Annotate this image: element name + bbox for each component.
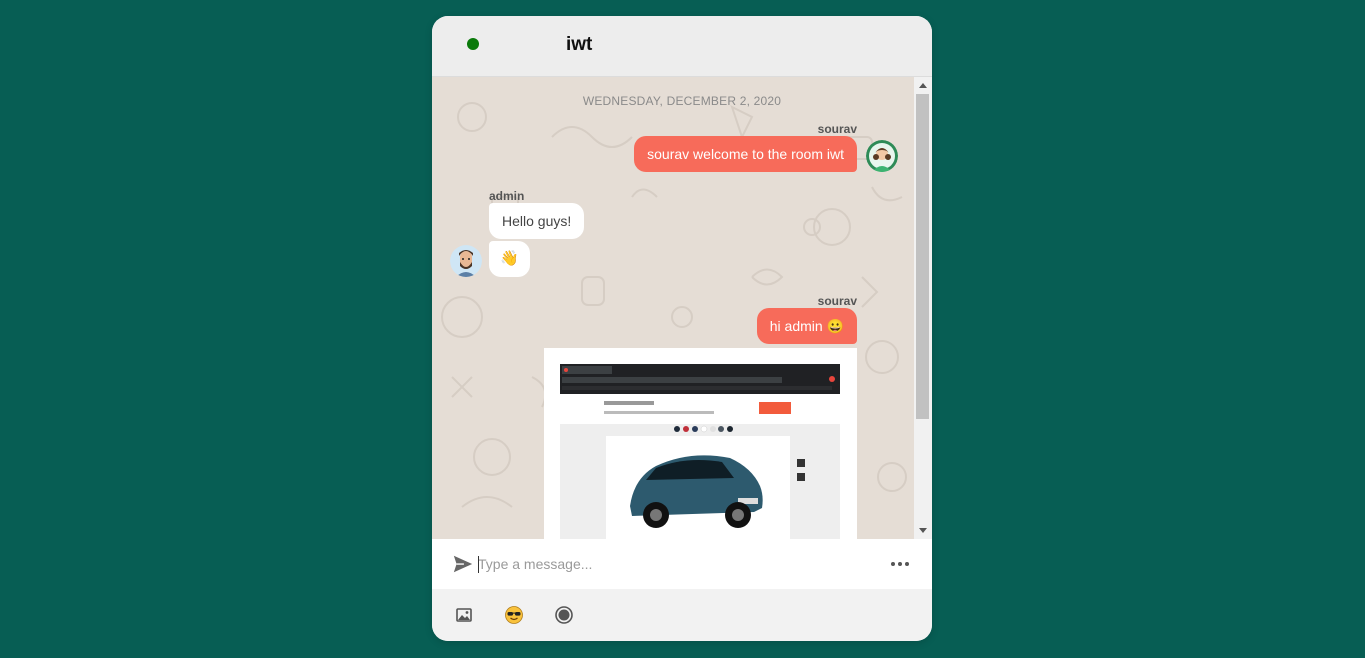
- message-composer: [432, 539, 932, 589]
- image-message[interactable]: [544, 348, 857, 539]
- female-avatar-icon: [866, 140, 898, 172]
- sender-name: admin: [489, 189, 525, 203]
- message-scrollbar[interactable]: [914, 77, 932, 539]
- send-icon[interactable]: [452, 553, 474, 575]
- date-separator: WEDNESDAY, DECEMBER 2, 2020: [582, 94, 782, 108]
- online-status-dot: [467, 38, 479, 50]
- scrollbar-thumb[interactable]: [916, 94, 929, 419]
- text-caret: [478, 556, 479, 573]
- sender-name: sourav: [817, 122, 857, 136]
- outgoing-message-bubble[interactable]: hi admin 😀: [756, 308, 857, 344]
- sender-name: sourav: [817, 294, 857, 308]
- car-screenshot-image: [544, 348, 857, 539]
- scroll-down-arrow-icon[interactable]: [919, 528, 927, 533]
- outgoing-message-bubble[interactable]: sourav welcome to the room iwt: [634, 136, 857, 172]
- record-icon[interactable]: [553, 604, 575, 626]
- message-list[interactable]: WEDNESDAY, DECEMBER 2, 2020 sourav soura…: [432, 77, 914, 539]
- chat-window: iwt WEDNESDAY, DECEMBER 2, 2020 sourav s…: [432, 16, 932, 641]
- avatar[interactable]: [450, 245, 482, 277]
- avatar[interactable]: [866, 140, 898, 172]
- message-input[interactable]: [478, 552, 868, 576]
- chat-header: iwt: [432, 16, 932, 77]
- incoming-message-bubble-waving-hand-emoji[interactable]: 👋: [489, 241, 530, 277]
- incoming-message-bubble[interactable]: Hello guys!: [489, 203, 585, 239]
- more-options-icon[interactable]: [888, 553, 912, 575]
- image-icon[interactable]: [453, 604, 475, 626]
- room-title: iwt: [566, 34, 593, 55]
- male-avatar-icon: [450, 245, 482, 277]
- attachment-toolbar: [432, 589, 932, 641]
- scroll-up-arrow-icon[interactable]: [919, 83, 927, 88]
- sunglasses-emoji-icon[interactable]: [503, 604, 525, 626]
